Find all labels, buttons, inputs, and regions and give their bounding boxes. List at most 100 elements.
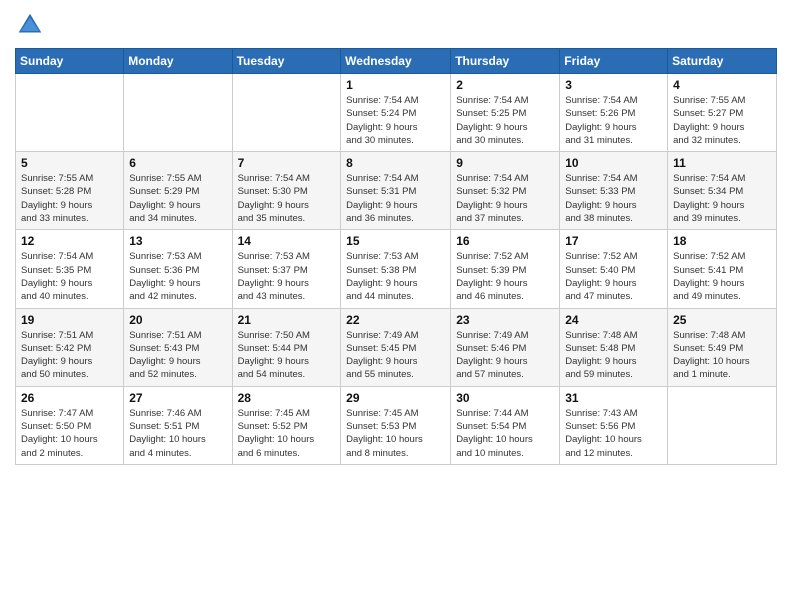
day-number: 6 <box>129 156 226 170</box>
day-info: Sunrise: 7:52 AM Sunset: 5:40 PM Dayligh… <box>565 250 662 303</box>
calendar-week-row: 5 Sunrise: 7:55 AM Sunset: 5:28 PM Daylig… <box>16 152 777 230</box>
day-info: Sunrise: 7:53 AM Sunset: 5:37 PM Dayligh… <box>238 250 336 303</box>
day-number: 14 <box>238 234 336 248</box>
calendar-cell: 24 Sunrise: 7:48 AM Sunset: 5:48 PM Dayli… <box>560 308 668 386</box>
day-info: Sunrise: 7:55 AM Sunset: 5:27 PM Dayligh… <box>673 94 771 147</box>
calendar-cell: 14 Sunrise: 7:53 AM Sunset: 5:37 PM Dayli… <box>232 230 341 308</box>
day-info: Sunrise: 7:51 AM Sunset: 5:43 PM Dayligh… <box>129 329 226 382</box>
day-number: 21 <box>238 313 336 327</box>
calendar-cell: 7Sunrise: 7:54 AM Sunset: 5:30 PM Daylig… <box>232 152 341 230</box>
day-info: Sunrise: 7:50 AM Sunset: 5:44 PM Dayligh… <box>238 329 336 382</box>
day-info: Sunrise: 7:52 AM Sunset: 5:41 PM Dayligh… <box>673 250 771 303</box>
day-info: Sunrise: 7:49 AM Sunset: 5:45 PM Dayligh… <box>346 329 445 382</box>
day-number: 23 <box>456 313 554 327</box>
calendar-cell: 6 Sunrise: 7:55 AM Sunset: 5:29 PM Daylig… <box>124 152 232 230</box>
calendar-cell: 31 Sunrise: 7:43 AM Sunset: 5:56 PM Dayli… <box>560 386 668 464</box>
day-number: 9 <box>456 156 554 170</box>
day-info: Sunrise: 7:48 AM Sunset: 5:48 PM Dayligh… <box>565 329 662 382</box>
day-number: 1 <box>346 78 445 92</box>
day-info: Sunrise: 7:55 AM Sunset: 5:28 PM Dayligh… <box>21 172 118 225</box>
day-info: Sunrise: 7:49 AM Sunset: 5:46 PM Dayligh… <box>456 329 554 382</box>
day-number: 18 <box>673 234 771 248</box>
day-number: 7 <box>238 156 336 170</box>
calendar-cell <box>232 74 341 152</box>
calendar-cell: 20 Sunrise: 7:51 AM Sunset: 5:43 PM Dayli… <box>124 308 232 386</box>
calendar-header-row: SundayMondayTuesdayWednesdayThursdayFrid… <box>16 49 777 74</box>
day-info: Sunrise: 7:54 AM Sunset: 5:26 PM Dayligh… <box>565 94 662 147</box>
day-number: 25 <box>673 313 771 327</box>
day-info: Sunrise: 7:54 AM Sunset: 5:33 PM Dayligh… <box>565 172 662 225</box>
day-info: Sunrise: 7:48 AM Sunset: 5:49 PM Dayligh… <box>673 329 771 382</box>
day-info: Sunrise: 7:43 AM Sunset: 5:56 PM Dayligh… <box>565 407 662 460</box>
calendar-week-row: 1Sunrise: 7:54 AM Sunset: 5:24 PM Daylig… <box>16 74 777 152</box>
calendar-cell: 17 Sunrise: 7:52 AM Sunset: 5:40 PM Dayli… <box>560 230 668 308</box>
calendar-cell: 23 Sunrise: 7:49 AM Sunset: 5:46 PM Dayli… <box>451 308 560 386</box>
header <box>15 10 777 40</box>
col-header-tuesday: Tuesday <box>232 49 341 74</box>
calendar-cell: 4 Sunrise: 7:55 AM Sunset: 5:27 PM Daylig… <box>668 74 777 152</box>
logo-icon <box>15 10 45 40</box>
day-number: 17 <box>565 234 662 248</box>
calendar-week-row: 12Sunrise: 7:54 AM Sunset: 5:35 PM Dayli… <box>16 230 777 308</box>
day-number: 30 <box>456 391 554 405</box>
col-header-monday: Monday <box>124 49 232 74</box>
day-number: 4 <box>673 78 771 92</box>
day-info: Sunrise: 7:46 AM Sunset: 5:51 PM Dayligh… <box>129 407 226 460</box>
day-number: 12 <box>21 234 118 248</box>
calendar-cell: 5 Sunrise: 7:55 AM Sunset: 5:28 PM Daylig… <box>16 152 124 230</box>
calendar-cell: 27 Sunrise: 7:46 AM Sunset: 5:51 PM Dayli… <box>124 386 232 464</box>
day-info: Sunrise: 7:54 AM Sunset: 5:32 PM Dayligh… <box>456 172 554 225</box>
col-header-saturday: Saturday <box>668 49 777 74</box>
day-number: 22 <box>346 313 445 327</box>
calendar-week-row: 26 Sunrise: 7:47 AM Sunset: 5:50 PM Dayli… <box>16 386 777 464</box>
calendar-table: SundayMondayTuesdayWednesdayThursdayFrid… <box>15 48 777 465</box>
day-info: Sunrise: 7:51 AM Sunset: 5:42 PM Dayligh… <box>21 329 118 382</box>
col-header-wednesday: Wednesday <box>341 49 451 74</box>
day-number: 19 <box>21 313 118 327</box>
calendar-cell: 25 Sunrise: 7:48 AM Sunset: 5:49 PM Dayli… <box>668 308 777 386</box>
calendar-cell: 30 Sunrise: 7:44 AM Sunset: 5:54 PM Dayli… <box>451 386 560 464</box>
calendar-cell: 19 Sunrise: 7:51 AM Sunset: 5:42 PM Dayli… <box>16 308 124 386</box>
calendar-cell <box>124 74 232 152</box>
day-number: 26 <box>21 391 118 405</box>
calendar-cell: 29 Sunrise: 7:45 AM Sunset: 5:53 PM Dayli… <box>341 386 451 464</box>
calendar-cell <box>668 386 777 464</box>
calendar-cell: 3 Sunrise: 7:54 AM Sunset: 5:26 PM Daylig… <box>560 74 668 152</box>
day-number: 16 <box>456 234 554 248</box>
col-header-friday: Friday <box>560 49 668 74</box>
calendar-cell: 15 Sunrise: 7:53 AM Sunset: 5:38 PM Dayli… <box>341 230 451 308</box>
calendar-cell: 1Sunrise: 7:54 AM Sunset: 5:24 PM Daylig… <box>341 74 451 152</box>
day-info: Sunrise: 7:53 AM Sunset: 5:38 PM Dayligh… <box>346 250 445 303</box>
day-number: 5 <box>21 156 118 170</box>
day-info: Sunrise: 7:54 AM Sunset: 5:31 PM Dayligh… <box>346 172 445 225</box>
day-number: 20 <box>129 313 226 327</box>
day-number: 3 <box>565 78 662 92</box>
day-number: 2 <box>456 78 554 92</box>
day-number: 13 <box>129 234 226 248</box>
day-number: 24 <box>565 313 662 327</box>
calendar-cell: 2Sunrise: 7:54 AM Sunset: 5:25 PM Daylig… <box>451 74 560 152</box>
calendar-cell: 10Sunrise: 7:54 AM Sunset: 5:33 PM Dayli… <box>560 152 668 230</box>
day-number: 15 <box>346 234 445 248</box>
day-info: Sunrise: 7:55 AM Sunset: 5:29 PM Dayligh… <box>129 172 226 225</box>
logo <box>15 10 49 40</box>
calendar-cell: 9 Sunrise: 7:54 AM Sunset: 5:32 PM Daylig… <box>451 152 560 230</box>
calendar-cell: 12Sunrise: 7:54 AM Sunset: 5:35 PM Dayli… <box>16 230 124 308</box>
day-number: 28 <box>238 391 336 405</box>
day-number: 11 <box>673 156 771 170</box>
col-header-sunday: Sunday <box>16 49 124 74</box>
calendar-week-row: 19 Sunrise: 7:51 AM Sunset: 5:42 PM Dayli… <box>16 308 777 386</box>
day-info: Sunrise: 7:47 AM Sunset: 5:50 PM Dayligh… <box>21 407 118 460</box>
day-info: Sunrise: 7:45 AM Sunset: 5:53 PM Dayligh… <box>346 407 445 460</box>
calendar-cell: 26 Sunrise: 7:47 AM Sunset: 5:50 PM Dayli… <box>16 386 124 464</box>
day-number: 29 <box>346 391 445 405</box>
page: SundayMondayTuesdayWednesdayThursdayFrid… <box>0 0 792 475</box>
day-number: 31 <box>565 391 662 405</box>
day-info: Sunrise: 7:54 AM Sunset: 5:34 PM Dayligh… <box>673 172 771 225</box>
calendar-cell: 11 Sunrise: 7:54 AM Sunset: 5:34 PM Dayli… <box>668 152 777 230</box>
day-number: 27 <box>129 391 226 405</box>
calendar-cell: 21 Sunrise: 7:50 AM Sunset: 5:44 PM Dayli… <box>232 308 341 386</box>
day-info: Sunrise: 7:52 AM Sunset: 5:39 PM Dayligh… <box>456 250 554 303</box>
col-header-thursday: Thursday <box>451 49 560 74</box>
day-info: Sunrise: 7:44 AM Sunset: 5:54 PM Dayligh… <box>456 407 554 460</box>
